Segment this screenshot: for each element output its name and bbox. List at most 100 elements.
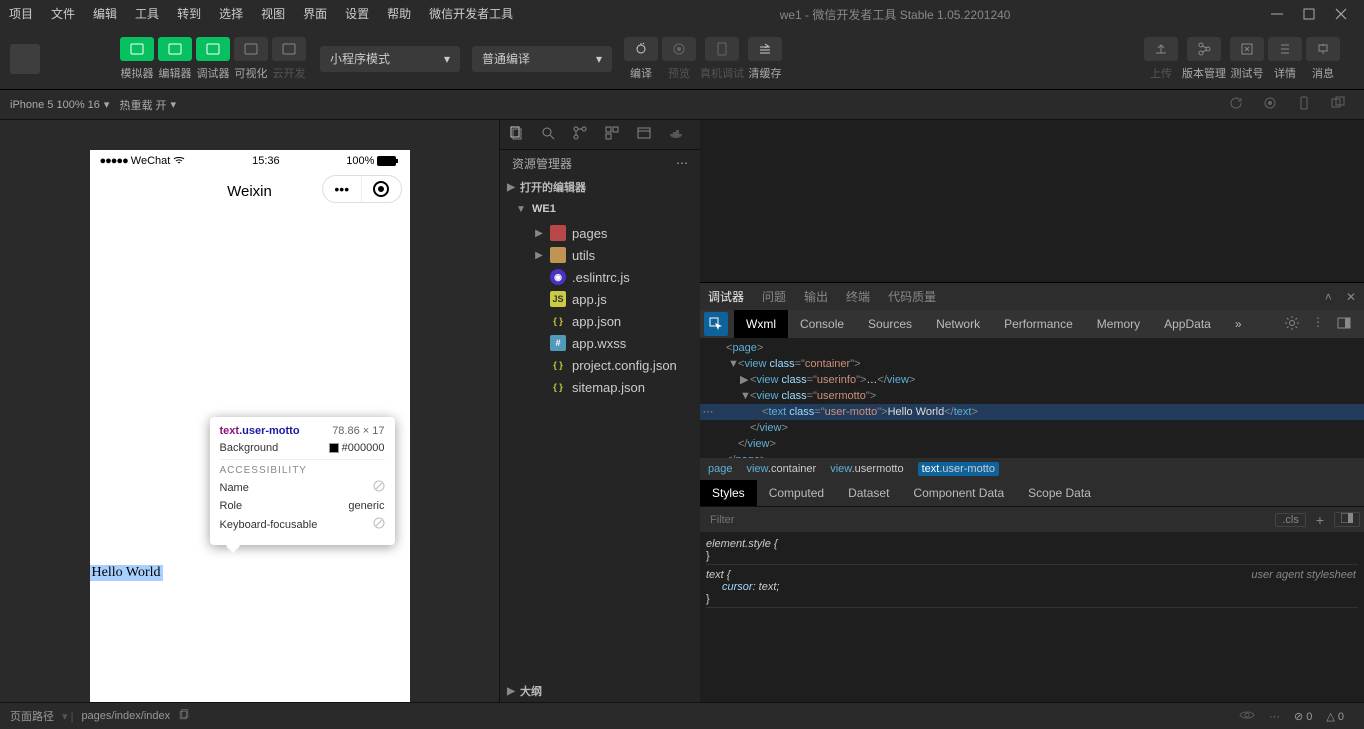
panel-tab[interactable]: 代码质量 <box>888 288 936 305</box>
eye-icon[interactable] <box>1239 707 1255 726</box>
tree-item[interactable]: ◉.eslintrc.js <box>500 266 700 288</box>
mode-dropdown[interactable]: 小程序模式 ▾ <box>320 46 460 72</box>
gear-icon[interactable] <box>1284 315 1300 334</box>
devtools-tab[interactable]: Console <box>788 310 856 338</box>
page-path-value[interactable]: pages/index/index <box>81 710 170 722</box>
menu-item[interactable]: 视图 <box>252 0 294 28</box>
menu-item[interactable]: 微信开发者工具 <box>420 0 522 28</box>
panel-tab[interactable]: 调试器 <box>708 288 744 305</box>
menu-item[interactable]: 选择 <box>210 0 252 28</box>
wxml-line[interactable]: ▼<view class="usermotto"> <box>700 388 1364 404</box>
panel-tab[interactable]: 输出 <box>804 288 828 305</box>
devtools-tab[interactable]: Memory <box>1085 310 1152 338</box>
add-rule-button[interactable]: + <box>1310 512 1330 528</box>
breadcrumb-item[interactable]: text.user-motto <box>918 462 999 476</box>
warnings-count[interactable]: △ 0 <box>1326 710 1344 723</box>
maximize-button[interactable] <box>1300 5 1318 23</box>
minimize-button[interactable] <box>1268 5 1286 23</box>
refresh-icon[interactable] <box>1228 95 1244 114</box>
styles-tab[interactable]: Scope Data <box>1016 480 1103 506</box>
tree-item[interactable]: JSapp.js <box>500 288 700 310</box>
toolbar-action[interactable]: 清缓存 <box>748 37 782 81</box>
styles-tab[interactable]: Computed <box>757 480 836 506</box>
toolbar-right-action[interactable]: 消息 <box>1306 37 1340 81</box>
wxml-line[interactable]: <page> <box>700 340 1364 356</box>
breadcrumb-item[interactable]: page <box>708 463 732 475</box>
hot-reload-dropdown[interactable]: 热重载 开▾ <box>119 97 176 113</box>
capsule-button[interactable]: ••• <box>322 175 402 203</box>
breadcrumb-item[interactable]: view.container <box>746 463 816 475</box>
devtools-tab[interactable]: Performance <box>992 310 1085 338</box>
menu-item[interactable]: 文件 <box>42 0 84 28</box>
toggle-computed-icon[interactable] <box>1334 512 1360 527</box>
tree-item[interactable]: { }sitemap.json <box>500 376 700 398</box>
toolbar-right-action[interactable]: 上传 <box>1144 37 1178 81</box>
outline-section[interactable]: ▶大纲 <box>500 680 700 702</box>
styles-tab[interactable]: Dataset <box>836 480 901 506</box>
menu-item[interactable]: 工具 <box>126 0 168 28</box>
toolbar-right-action[interactable]: 版本管理 <box>1182 37 1226 81</box>
panel-tab[interactable]: 终端 <box>846 288 870 305</box>
dock-icon[interactable] <box>1336 315 1352 334</box>
menu-item[interactable]: 设置 <box>336 0 378 28</box>
menu-item[interactable]: 编辑 <box>84 0 126 28</box>
copy-icon[interactable] <box>178 709 190 724</box>
tree-item[interactable]: { }project.config.json <box>500 354 700 376</box>
styles-filter-input[interactable] <box>704 514 1271 526</box>
toolbar-right-action[interactable]: 测试号 <box>1230 37 1264 81</box>
wxml-tree[interactable]: <page>▼<view class="container">▶<view cl… <box>700 338 1364 458</box>
devtools-tab[interactable]: Network <box>924 310 992 338</box>
cls-button[interactable]: .cls <box>1275 513 1306 527</box>
menu-item[interactable]: 项目 <box>0 0 42 28</box>
panel-tab[interactable]: 问题 <box>762 288 786 305</box>
docker-icon[interactable] <box>668 125 684 144</box>
user-motto-text[interactable]: Hello World <box>90 565 163 581</box>
toolbar-toggle[interactable]: 可视化 <box>234 37 268 81</box>
tree-item[interactable]: #app.wxss <box>500 332 700 354</box>
extensions-icon[interactable] <box>604 125 620 144</box>
menu-item[interactable]: 转到 <box>168 0 210 28</box>
styles-tab[interactable]: Component Data <box>901 480 1016 506</box>
devtools-tab[interactable]: Wxml <box>734 310 788 338</box>
kebab-icon[interactable]: ⋮ <box>1312 315 1324 334</box>
wxml-line[interactable]: </page> <box>700 452 1364 458</box>
avatar[interactable] <box>10 44 40 74</box>
toolbar-toggle[interactable]: 云开发 <box>272 37 306 81</box>
toolbar-toggle[interactable]: 编辑器 <box>158 37 192 81</box>
menu-item[interactable]: 帮助 <box>378 0 420 28</box>
capsule-close-icon[interactable] <box>362 176 401 202</box>
open-editors-section[interactable]: ▶打开的编辑器 <box>500 176 700 198</box>
tree-item[interactable]: { }app.json <box>500 310 700 332</box>
wxml-line[interactable]: </view> <box>700 436 1364 452</box>
more-icon[interactable]: ⋯ <box>676 156 688 170</box>
toolbar-action[interactable]: 真机调试 <box>700 37 744 81</box>
wxml-line[interactable]: ▼<view class="container"> <box>700 356 1364 372</box>
capsule-menu-icon[interactable]: ••• <box>323 176 363 202</box>
search-icon[interactable] <box>540 125 556 144</box>
toolbar-action[interactable]: 编译 <box>624 37 658 81</box>
device-icon[interactable] <box>1296 95 1312 114</box>
close-button[interactable] <box>1332 5 1350 23</box>
tree-item[interactable]: ▶pages <box>500 222 700 244</box>
wxml-line[interactable]: ▶<view class="userinfo">…</view> <box>700 372 1364 388</box>
devtools-tab[interactable]: Sources <box>856 310 924 338</box>
close-panel-icon[interactable]: ✕ <box>1346 290 1356 304</box>
text-rule-block[interactable]: user agent stylesheet text { cursor: tex… <box>706 567 1358 608</box>
more-tabs-icon[interactable]: » <box>1223 310 1254 338</box>
project-root[interactable]: ▼WE1 <box>500 198 700 220</box>
styles-body[interactable]: element.style { } user agent stylesheet … <box>700 532 1364 702</box>
inspect-element-icon[interactable] <box>704 312 728 336</box>
devtools-tab[interactable]: AppData <box>1152 310 1223 338</box>
menu-item[interactable]: 界面 <box>294 0 336 28</box>
styles-tab[interactable]: Styles <box>700 480 757 506</box>
wxml-line[interactable]: <text class="user-motto">Hello World</te… <box>700 404 1364 420</box>
toolbar-toggle[interactable]: 调试器 <box>196 37 230 81</box>
device-dropdown[interactable]: iPhone 5 100% 16▾ <box>10 98 109 111</box>
wxml-line[interactable]: </view> <box>700 420 1364 436</box>
branch-icon[interactable] <box>572 125 588 144</box>
toolbar-toggle[interactable]: 模拟器 <box>120 37 154 81</box>
record-icon[interactable] <box>1262 95 1278 114</box>
detach-icon[interactable] <box>1330 95 1346 114</box>
toolbar-action[interactable]: 预览 <box>662 37 696 81</box>
toggle-icon[interactable] <box>636 125 652 144</box>
